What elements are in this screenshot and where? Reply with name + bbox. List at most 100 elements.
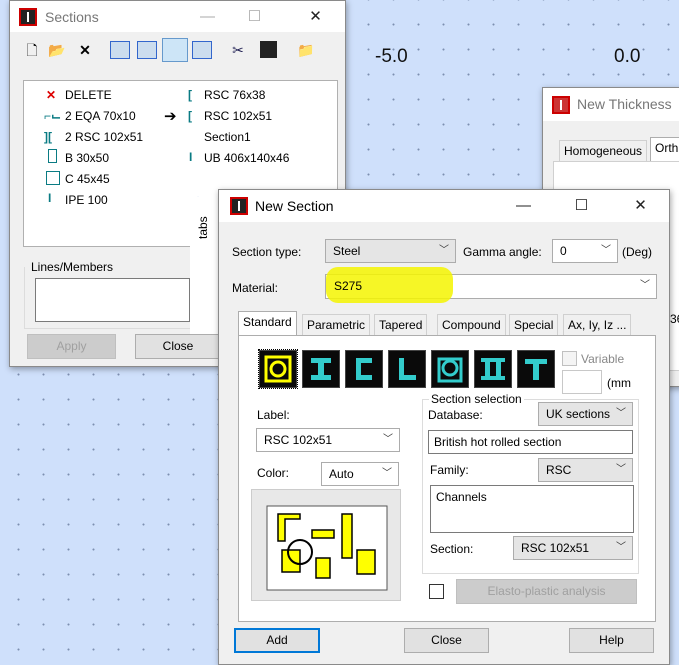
family-description: Channels: [430, 485, 634, 533]
close-window-button[interactable]: ✕: [293, 1, 338, 32]
maximize-button[interactable]: ☐: [559, 190, 604, 221]
close-window-button[interactable]: ✕: [618, 190, 663, 221]
arrow-right-icon: ➔: [164, 108, 177, 125]
mm-label: (mm: [607, 376, 631, 390]
gamma-angle-select[interactable]: 0 ﹀: [552, 239, 618, 263]
sections-titlebar: Sections — ☐ ✕: [10, 1, 345, 32]
sections-close-button[interactable]: Close: [135, 334, 221, 359]
save-icon[interactable]: [260, 41, 277, 58]
database-label: Database:: [428, 408, 483, 422]
list-item[interactable]: RSC 102x51: [204, 109, 272, 123]
cut-icon[interactable]: ✂: [228, 41, 248, 59]
folder-icon[interactable]: 📁: [296, 41, 316, 59]
tab-orth[interactable]: Orth: [650, 137, 679, 162]
double-channel-icon: ][: [44, 130, 52, 144]
minimize-button[interactable]: —: [185, 1, 230, 32]
list-item[interactable]: B 30x50: [65, 151, 109, 165]
channel-icon: [: [188, 109, 192, 123]
tab-compound[interactable]: Compound: [437, 314, 506, 336]
help-button[interactable]: Help: [569, 628, 654, 653]
list-item[interactable]: 2 RSC 102x51: [65, 130, 143, 144]
tab-homogeneous[interactable]: Homogeneous: [559, 140, 648, 162]
tab-ax-iy-iz[interactable]: Ax, Iy, Iz ...: [563, 314, 632, 336]
family-select[interactable]: RSC ﹀: [538, 458, 633, 482]
maximize-button[interactable]: ☐: [232, 1, 277, 32]
minimize-button[interactable]: —: [501, 190, 546, 221]
chevron-down-icon: ﹀: [383, 434, 393, 445]
i-section-icon: I: [189, 150, 193, 164]
view1-icon[interactable]: [110, 41, 130, 59]
general-section-icon[interactable]: [258, 349, 298, 389]
material-value: S275: [334, 279, 363, 293]
tab-special[interactable]: Special: [509, 314, 559, 336]
material-select[interactable]: S275 ﹀: [325, 267, 657, 303]
sections-app-icon: [19, 8, 37, 26]
elasto-plastic-button[interactable]: Elasto-plastic analysis: [456, 579, 637, 604]
lines-members-input[interactable]: [35, 278, 190, 322]
database-select[interactable]: UK sections ﹀: [538, 402, 633, 426]
section-type-select[interactable]: Steel ﹀: [325, 239, 456, 263]
thickness-titlebar: New Thickness: [543, 88, 679, 121]
database-value: UK sections: [546, 407, 611, 421]
apply-button[interactable]: Apply: [27, 334, 116, 359]
angle-section-icon[interactable]: [388, 350, 426, 388]
new-icon[interactable]: 🗋: [22, 41, 42, 59]
section-selection-label: Section selection: [429, 392, 524, 406]
list-item[interactable]: 2 EQA 70x10: [65, 109, 136, 123]
variable-checkbox[interactable]: [562, 351, 577, 366]
color-select[interactable]: Auto ﹀: [321, 462, 399, 486]
standard-panel: Variable (mm Label: RSC 102x51 ﹀ Color: A…: [238, 335, 656, 622]
view2-icon[interactable]: [137, 41, 157, 59]
gamma-unit-label: (Deg): [622, 245, 653, 259]
color-value: Auto: [329, 467, 354, 481]
rectangle-section-icon: [48, 149, 57, 163]
view4-icon[interactable]: [192, 41, 212, 59]
add-button[interactable]: Add: [234, 628, 320, 653]
tab-parametric[interactable]: Parametric: [302, 314, 371, 336]
double-section-icon[interactable]: [474, 350, 512, 388]
list-item[interactable]: DELETE: [65, 88, 112, 102]
label-label: Label:: [257, 408, 290, 422]
delete-mark-icon: ✕: [46, 88, 57, 102]
new-section-titlebar: New Section — ☐ ✕: [219, 190, 669, 222]
list-item[interactable]: RSC 76x38: [204, 88, 265, 102]
sections-title: Sections: [45, 9, 99, 25]
section-select[interactable]: RSC 102x51 ﹀: [513, 536, 633, 560]
list-item[interactable]: UB 406x140x46: [204, 151, 289, 165]
channel-section-icon[interactable]: [345, 350, 383, 388]
chevron-down-icon: ﹀: [601, 245, 611, 256]
tabs-label: tabs: [196, 216, 210, 239]
hollow-section-icon[interactable]: [431, 350, 469, 388]
chevron-down-icon: ﹀: [616, 408, 626, 419]
list-item[interactable]: C 45x45: [65, 172, 110, 186]
variable-input[interactable]: [562, 370, 602, 394]
thickness-app-icon: [552, 96, 570, 114]
close-button[interactable]: Close: [404, 628, 489, 653]
delete-icon[interactable]: ✕: [75, 41, 95, 59]
axis-label-minus5: -5.0: [375, 46, 408, 67]
new-section-app-icon: [230, 197, 248, 215]
label-select[interactable]: RSC 102x51 ﹀: [256, 428, 400, 452]
section-type-value: Steel: [333, 244, 361, 258]
elasto-plastic-checkbox[interactable]: [429, 584, 444, 599]
channel-icon: [: [188, 88, 192, 102]
family-label: Family:: [430, 463, 469, 477]
new-section-dialog: New Section — ☐ ✕ Section type: Steel ﹀ G…: [218, 189, 670, 665]
equal-angle-icon: ⌐⌙: [44, 109, 62, 123]
chevron-down-icon: ﹀: [382, 468, 392, 479]
tab-tapered[interactable]: Tapered: [374, 314, 428, 336]
chevron-down-icon: ﹀: [616, 464, 626, 475]
tab-standard[interactable]: Standard: [238, 311, 297, 336]
view3-icon[interactable]: [162, 38, 188, 62]
list-item[interactable]: IPE 100: [65, 193, 108, 207]
section-label: Section:: [430, 542, 474, 556]
thickness-title: New Thickness: [577, 96, 672, 112]
tee-section-icon[interactable]: [517, 350, 555, 388]
section-preview-drawing: [266, 505, 388, 591]
list-item[interactable]: Section1: [204, 130, 251, 144]
new-section-title: New Section: [255, 198, 334, 214]
section-preview: [251, 489, 401, 601]
box-section-icon: [46, 171, 60, 185]
open-icon[interactable]: 📂: [47, 41, 67, 59]
i-beam-icon[interactable]: [302, 350, 340, 388]
